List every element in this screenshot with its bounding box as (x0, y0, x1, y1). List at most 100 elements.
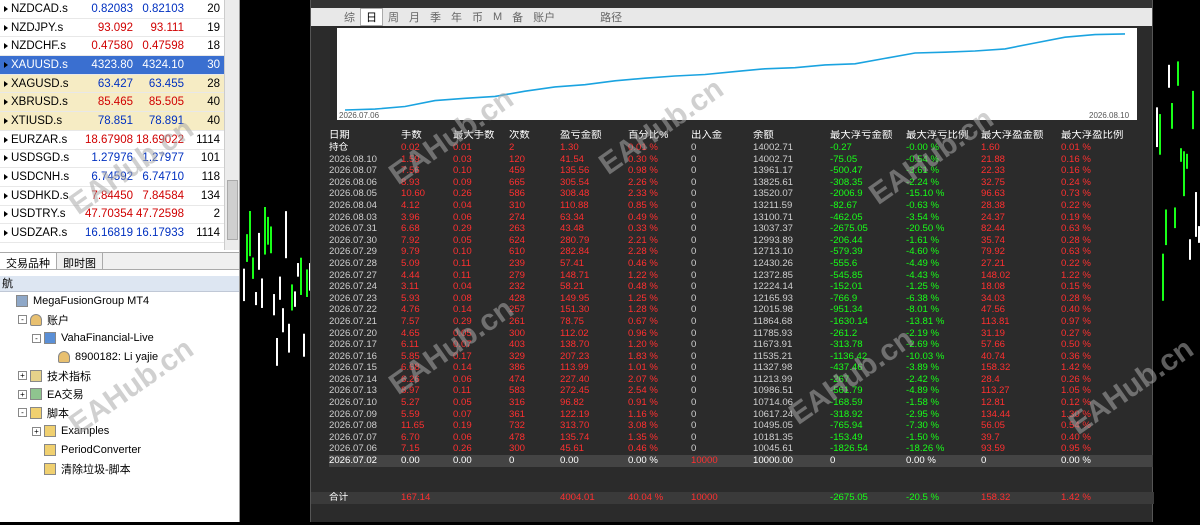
table-cell: -2.95 % (906, 408, 940, 420)
symbol-name: XAGUSD.s (11, 77, 69, 90)
report-tab[interactable]: 日 (360, 8, 383, 26)
market-watch-row[interactable]: XAGUSD.s 63.427 63.455 28 (0, 74, 224, 94)
navigator-panel: 航 MegaFusionGroup MT4- 账户 - VahaFinancial-L… (0, 276, 239, 522)
table-cell: 0.00 (453, 455, 472, 467)
table-cell: 0.10 (453, 246, 472, 258)
collapse-icon[interactable]: - (18, 315, 27, 325)
market-watch-row[interactable]: XTIUSD.s 78.851 78.891 40 (0, 112, 224, 131)
market-watch-row[interactable]: XAUUSD.s 4323.80 4324.10 30 (0, 56, 224, 75)
table-cell: -1.50 % (906, 431, 940, 443)
navigator-item[interactable]: - 账户 (0, 311, 239, 330)
report-tab[interactable]: 备 (507, 9, 528, 25)
table-cell: 2026.07.27 (329, 269, 378, 281)
collapse-icon[interactable]: - (32, 333, 41, 343)
column-header: 最大手数 (453, 130, 495, 141)
expand-icon[interactable]: + (18, 371, 27, 381)
report-tab[interactable]: 周 (383, 9, 404, 25)
market-watch-row[interactable]: USDCNH.s 6.74592 6.74710 118 (0, 168, 224, 187)
table-cell: -561.79 (830, 385, 863, 397)
table-row: 2026.07.29 9.79 0.10 610 282.84 2.28 % 0 12713.… (329, 246, 1153, 258)
bid-price: 18.67908 (85, 133, 133, 146)
table-cell: 11213.99 (753, 373, 793, 385)
symbol-cell: USDSGD.s (0, 152, 85, 164)
navigator-item[interactable]: + Examples (0, 422, 239, 441)
report-tab[interactable]: 月 (404, 9, 425, 25)
navigator-item[interactable]: - VahaFinancial-Live (0, 329, 239, 348)
table-cell: 0.17 (453, 350, 472, 362)
market-watch-row[interactable]: EURZAR.s 18.67908 18.69022 1114 (0, 131, 224, 150)
navigator-item[interactable]: - 脚本 (0, 404, 239, 423)
bid-price: 6.74592 (91, 171, 133, 184)
market-watch-row[interactable]: USDZAR.s 16.16819 16.17933 1114 (0, 224, 224, 243)
spread: 28 (207, 77, 220, 90)
table-cell: 2.28 % (628, 246, 658, 258)
market-watch-scrollbar[interactable] (224, 0, 239, 250)
table-cell: -261.2 (830, 327, 858, 339)
table-cell: -318.92 (830, 408, 863, 420)
table-cell: 12015.98 (753, 304, 794, 316)
table-cell: 28.38 (981, 199, 1006, 211)
table-row: 2026.08.04 4.12 0.04 310 110.88 0.85 % 0 13211.… (329, 200, 1153, 212)
table-cell: 0.54 % (1061, 420, 1091, 432)
report-tab[interactable]: 账户 (528, 9, 560, 25)
navigator-item[interactable]: 8900182: Li yajie (0, 348, 239, 367)
report-path-label[interactable]: 路径 (595, 9, 627, 25)
table-cell: 0.29 (453, 223, 472, 235)
chart-start-date: 2026.07.06 (339, 111, 380, 120)
equity-curve-line (344, 33, 1126, 111)
market-watch: NZDCAD.s 0.82083 0.82103 20 NZDJPY.s 93.0… (0, 0, 224, 243)
market-watch-row[interactable]: USDTRY.s 47.70354 47.72598 2 (0, 206, 224, 225)
symbol-cell: XBRUSD.s (0, 96, 85, 108)
tab-tick-chart[interactable]: 即时图 (57, 253, 103, 270)
navigator-item[interactable]: 清除垃圾-脚本 (0, 459, 239, 478)
market-watch-row[interactable]: NZDCAD.s 0.82083 0.82103 20 (0, 0, 224, 19)
spread: 1114 (196, 133, 220, 146)
navigator-item[interactable]: + EA交易 (0, 385, 239, 404)
report-tab[interactable]: 综 (339, 9, 360, 25)
table-cell: -2675.05 (830, 223, 868, 235)
table-cell: 151.30 (560, 304, 590, 316)
collapse-icon[interactable]: - (18, 408, 27, 418)
table-cell: 0.24 % (1061, 176, 1091, 188)
table-cell: 7.92 (401, 234, 420, 246)
report-tab[interactable]: 币 (467, 9, 488, 25)
table-cell: 232 (509, 281, 526, 293)
table-cell: 2026.08.05 (329, 188, 378, 200)
table-cell: 1.20 % (628, 339, 658, 351)
report-tab[interactable]: 年 (446, 9, 467, 25)
report-titlebar (311, 0, 1152, 8)
candle (1156, 107, 1158, 148)
navigator-item-label: MegaFusionGroup MT4 (33, 295, 150, 308)
spread: 18 (207, 40, 220, 53)
tab-symbols[interactable]: 交易品种 (0, 253, 57, 270)
table-cell: 11673.91 (753, 339, 793, 351)
table-cell: 239 (509, 257, 526, 269)
table-cell: 41.54 (560, 153, 585, 165)
table-cell: 300 (509, 327, 526, 339)
scrollbar-thumb[interactable] (227, 180, 238, 240)
table-cell: 0.00 % (1061, 455, 1091, 467)
candle (1189, 239, 1191, 260)
table-cell: 57.66 (981, 339, 1006, 351)
report-tab[interactable]: M (488, 11, 507, 23)
expand-icon[interactable]: + (18, 389, 27, 399)
market-watch-row[interactable]: XBRUSD.s 85.465 85.505 40 (0, 93, 224, 113)
report-tab[interactable]: 季 (425, 9, 446, 25)
table-cell: 2026.08.06 (329, 176, 378, 188)
navigator-item[interactable]: PeriodConverter (0, 441, 239, 460)
expand-icon[interactable]: + (32, 426, 41, 436)
table-row: 2026.07.06 7.15 0.26 300 45.61 0.46 % 0 10045.6… (329, 443, 1153, 455)
market-watch-row[interactable]: USDSGD.s 1.27976 1.27977 101 (0, 150, 224, 169)
table-cell: 12993.89 (753, 234, 794, 246)
table-cell: 0 (691, 176, 697, 188)
navigator-item[interactable]: MegaFusionGroup MT4 (0, 292, 239, 311)
table-cell: 0 (509, 455, 515, 467)
navigator-item[interactable]: + 技术指标 (0, 366, 239, 385)
table-cell: 43.48 (560, 223, 585, 235)
table-cell: 79.92 (981, 246, 1006, 258)
symbol-name: NZDCHF.s (11, 40, 66, 53)
table-row: 2026.08.07 7.56 0.10 459 135.56 0.98 % 0 13961.… (329, 165, 1153, 177)
market-watch-row[interactable]: NZDJPY.s 93.092 93.111 19 (0, 19, 224, 38)
market-watch-row[interactable]: USDHKD.s 7.84450 7.84584 134 (0, 187, 224, 206)
market-watch-row[interactable]: NZDCHF.s 0.47580 0.47598 18 (0, 37, 224, 57)
